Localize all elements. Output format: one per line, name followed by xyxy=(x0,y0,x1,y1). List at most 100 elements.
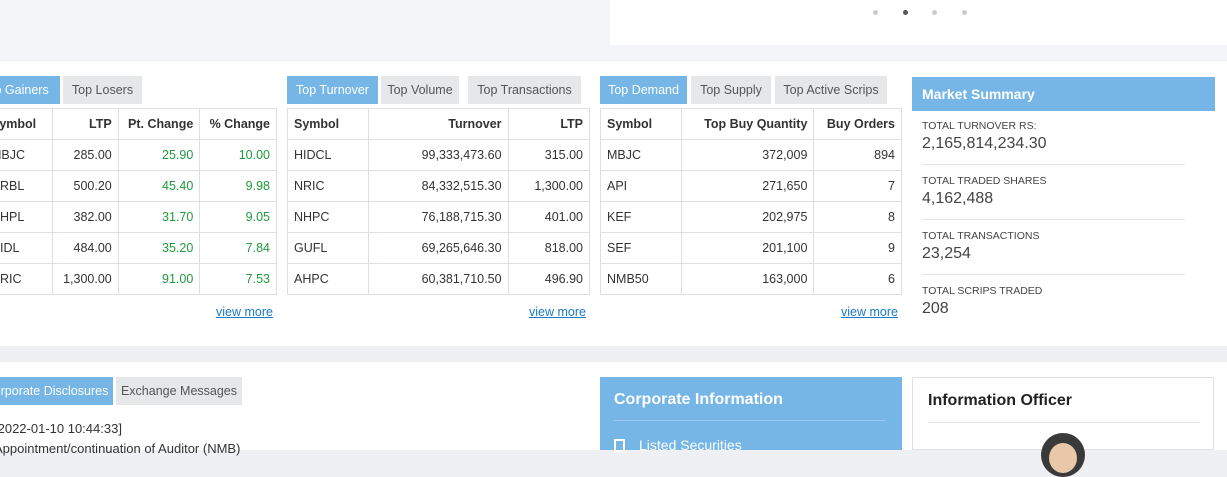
cell-top-buy-quantity: 271,650 xyxy=(681,170,815,202)
information-officer-title: Information Officer xyxy=(928,392,1073,409)
cell-top-buy-quantity: 372,009 xyxy=(681,139,815,171)
cell-symbol[interactable]: NHPC xyxy=(286,201,370,233)
table-row[interactable]: AHPC 60,381,710.50 496.90 xyxy=(286,263,591,295)
tab-corporate-disclosures[interactable]: Corporate Disclosures xyxy=(0,377,113,405)
disclosure-link[interactable]: Appointment/continuation of Auditor (NMB… xyxy=(0,441,240,456)
cell-symbol[interactable]: API xyxy=(599,170,683,202)
cell-top-buy-quantity: 201,100 xyxy=(681,232,815,264)
turnover-view-more-link[interactable]: view more xyxy=(529,305,586,319)
col-turnover: Turnover xyxy=(368,108,509,140)
table-row[interactable]: NMB50 163,000 6 xyxy=(599,263,902,295)
summary-label: TOTAL SCRIPS TRADED xyxy=(922,285,1043,297)
summary-value: 2,165,814,234.30 xyxy=(922,135,1047,152)
cell-symbol[interactable]: KEF xyxy=(599,201,683,233)
carousel-card xyxy=(610,0,1227,45)
carousel-dot-3[interactable] xyxy=(932,10,937,15)
cell-turnover: 76,188,715.30 xyxy=(368,201,509,233)
market-summary-title: Market Summary xyxy=(912,77,1215,111)
tab-top-losers[interactable]: Top Losers xyxy=(63,76,142,104)
demand-view-more-link[interactable]: view more xyxy=(841,305,898,319)
col-ltp: LTP xyxy=(52,108,119,140)
table-row[interactable]: MBJC 285.00 25.90 10.00 xyxy=(0,139,277,171)
cell-symbol[interactable]: NRIC xyxy=(286,170,370,202)
cell-ltp: 484.00 xyxy=(52,232,119,264)
table-header-row: Symbol Turnover LTP xyxy=(286,108,591,140)
table-row[interactable]: NRBL 500.20 45.40 9.98 xyxy=(0,170,277,202)
table-row[interactable]: NHPC 76,188,715.30 401.00 xyxy=(286,201,591,233)
table-row[interactable]: HIDL 484.00 35.20 7.84 xyxy=(0,232,277,264)
tab-exchange-messages[interactable]: Exchange Messages xyxy=(116,377,242,405)
table-row[interactable]: KEF 202,975 8 xyxy=(599,201,902,233)
cell-symbol[interactable]: MBJC xyxy=(0,139,54,171)
divider xyxy=(614,420,886,421)
cell-ltp: 1,300.00 xyxy=(507,170,591,202)
tab-top-turnover[interactable]: Top Turnover xyxy=(287,76,378,104)
summary-total-scrips-traded: TOTAL SCRIPS TRADED 208 xyxy=(922,285,1185,329)
table-row[interactable]: API 271,650 7 xyxy=(599,170,902,202)
carousel-dot-1[interactable] xyxy=(873,10,878,15)
cell-ltp: 818.00 xyxy=(507,232,591,264)
table-row[interactable]: SEF 201,100 9 xyxy=(599,232,902,264)
cell-symbol[interactable]: NMB50 xyxy=(599,263,683,295)
tab-top-transactions[interactable]: Top Transactions xyxy=(468,76,581,104)
summary-label: TOTAL TRANSACTIONS xyxy=(922,230,1040,242)
summary-value: 4,162,488 xyxy=(922,190,994,207)
carousel-dot-2[interactable] xyxy=(903,10,908,15)
col-pt-change: Pt. Change xyxy=(117,108,201,140)
summary-value: 23,254 xyxy=(922,245,971,262)
summary-value: 208 xyxy=(922,300,949,317)
cell-top-buy-quantity: 202,975 xyxy=(681,201,815,233)
tab-top-supply[interactable]: Top Supply xyxy=(691,76,771,104)
tab-top-volume[interactable]: Top Volume xyxy=(381,76,459,104)
cell-pt-change: 35.20 xyxy=(117,232,201,264)
cell-ltp: 496.90 xyxy=(507,263,591,295)
officer-avatar xyxy=(1041,433,1085,477)
summary-label: TOTAL TRADED SHARES xyxy=(922,175,1047,187)
carousel-dot-4[interactable] xyxy=(962,10,967,15)
cell-symbol[interactable]: NRBL xyxy=(0,170,54,202)
col-symbol: Symbol xyxy=(0,108,54,140)
cell-symbol[interactable]: MBJC xyxy=(599,139,683,171)
tab-top-gainers[interactable]: Top Gainers xyxy=(0,76,60,104)
table-header-row: Symbol LTP Pt. Change % Change xyxy=(0,108,277,140)
turnover-table: Symbol Turnover LTP HIDCL 99,333,473.60 … xyxy=(286,108,591,295)
cell-pct-change: 9.05 xyxy=(199,201,277,233)
cell-symbol[interactable]: NRIC xyxy=(0,263,54,295)
tab-top-active-scrips[interactable]: Top Active Scrips xyxy=(775,76,887,104)
table-row[interactable]: MBJC 372,009 894 xyxy=(599,139,902,171)
cell-turnover: 99,333,473.60 xyxy=(368,139,509,171)
cell-symbol[interactable]: AHPC xyxy=(286,263,370,295)
table-header-row: Symbol Top Buy Quantity Buy Orders xyxy=(599,108,902,140)
officer-face xyxy=(1049,443,1077,473)
tab-top-demand[interactable]: Top Demand xyxy=(600,76,687,104)
market-summary-card: Market Summary TOTAL TURNOVER RS: 2,165,… xyxy=(912,77,1215,327)
table-row[interactable]: GUFL 69,265,646.30 818.00 xyxy=(286,232,591,264)
table-row[interactable]: NRIC 1,300.00 91.00 7.53 xyxy=(0,263,277,295)
cell-symbol[interactable]: NHPL xyxy=(0,201,54,233)
col-symbol: Symbol xyxy=(599,108,683,140)
cell-buy-orders: 6 xyxy=(813,263,902,295)
cell-buy-orders: 9 xyxy=(813,232,902,264)
cell-pt-change: 31.70 xyxy=(117,201,201,233)
corporate-information-title: Corporate Information xyxy=(614,391,783,408)
cell-ltp: 315.00 xyxy=(507,139,591,171)
cell-buy-orders: 7 xyxy=(813,170,902,202)
listed-securities-link[interactable]: Listed Securities xyxy=(614,437,742,453)
table-row[interactable]: NRIC 84,332,515.30 1,300.00 xyxy=(286,170,591,202)
demand-table: Symbol Top Buy Quantity Buy Orders MBJC … xyxy=(599,108,902,295)
gainers-view-more-link[interactable]: view more xyxy=(216,305,273,319)
summary-total-turnover: TOTAL TURNOVER RS: 2,165,814,234.30 xyxy=(922,120,1185,165)
cell-turnover: 69,265,646.30 xyxy=(368,232,509,264)
listed-securities-label: Listed Securities xyxy=(639,437,742,453)
col-buy-orders: Buy Orders xyxy=(813,108,902,140)
cell-symbol[interactable]: HIDL xyxy=(0,232,54,264)
col-ltp: LTP xyxy=(507,108,591,140)
cell-symbol[interactable]: SEF xyxy=(599,232,683,264)
cell-ltp: 285.00 xyxy=(52,139,119,171)
table-row[interactable]: HIDCL 99,333,473.60 315.00 xyxy=(286,139,591,171)
cell-pct-change: 9.98 xyxy=(199,170,277,202)
cell-pct-change: 10.00 xyxy=(199,139,277,171)
cell-symbol[interactable]: HIDCL xyxy=(286,139,370,171)
table-row[interactable]: NHPL 382.00 31.70 9.05 xyxy=(0,201,277,233)
cell-symbol[interactable]: GUFL xyxy=(286,232,370,264)
